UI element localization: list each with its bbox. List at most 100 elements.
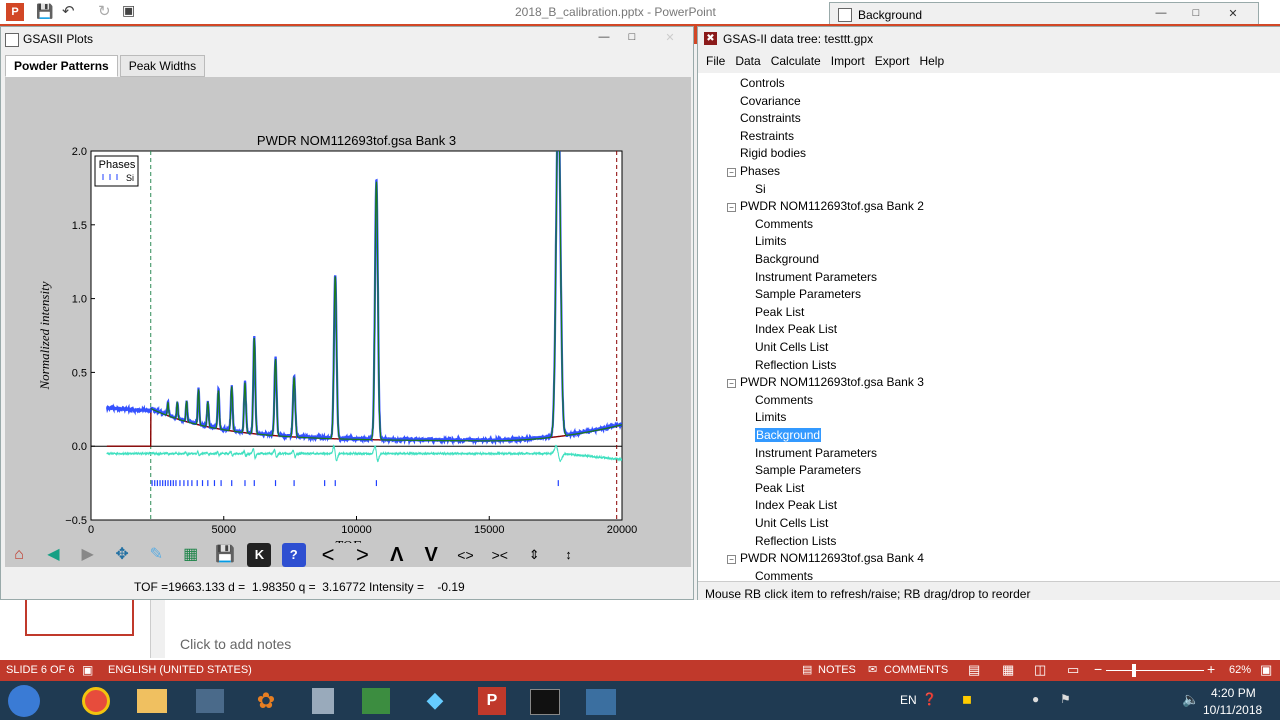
tree-item[interactable]: Peak List bbox=[755, 305, 804, 319]
chrome-icon[interactable] bbox=[82, 687, 110, 715]
back-icon[interactable]: ◀ bbox=[41, 543, 65, 567]
tree-item[interactable]: Background bbox=[755, 428, 822, 442]
undo-icon[interactable]: ↶ bbox=[62, 2, 75, 20]
zoom-out-icon[interactable]: − bbox=[1094, 661, 1102, 677]
menu-help[interactable]: Help bbox=[914, 51, 949, 71]
tree-item[interactable]: Si bbox=[755, 182, 766, 196]
proofing-icon[interactable]: ▣ bbox=[82, 663, 93, 677]
zoom-icon[interactable]: ✎ bbox=[144, 543, 168, 567]
home-icon[interactable]: ⌂ bbox=[7, 543, 31, 567]
tree-item[interactable]: Unit Cells List bbox=[755, 340, 828, 354]
zoom-in-icon[interactable]: + bbox=[1207, 661, 1215, 677]
slide-sorter-icon[interactable]: ▦ bbox=[1002, 662, 1014, 678]
configure-icon[interactable]: ▦ bbox=[179, 543, 203, 567]
tree-item[interactable]: Rigid bodies bbox=[740, 146, 806, 160]
tab-peak-widths[interactable]: Peak Widths bbox=[119, 55, 206, 77]
gsasii-plots-window[interactable]: GSASII Plots — □ ✕ Powder Patterns Peak W… bbox=[0, 26, 694, 600]
minimize-button[interactable]: — bbox=[1150, 7, 1172, 21]
tree-item[interactable]: Covariance bbox=[740, 94, 801, 108]
contract-y-icon[interactable]: ↕ bbox=[557, 543, 581, 567]
app-icon[interactable]: ◆ bbox=[420, 687, 450, 715]
menu-calculate[interactable]: Calculate bbox=[766, 51, 826, 71]
expand-toggle[interactable]: − bbox=[727, 203, 736, 213]
notes-placeholder[interactable]: Click to add notes bbox=[180, 636, 291, 652]
shift-up-icon[interactable]: Λ bbox=[385, 543, 409, 567]
tree-item[interactable]: Comments bbox=[755, 393, 813, 407]
tree-item[interactable]: Comments bbox=[755, 217, 813, 231]
data-tree[interactable]: Controls Covariance Constraints Restraints R… bbox=[698, 73, 1278, 581]
app-icon[interactable]: ✿ bbox=[252, 688, 280, 714]
expand-y-icon[interactable]: ⇕ bbox=[522, 543, 546, 567]
close-button[interactable]: ✕ bbox=[1222, 7, 1244, 21]
normal-view-icon[interactable]: ▤ bbox=[968, 662, 980, 678]
plot-canvas[interactable]: PWDR NOM112693tof.gsa Bank 3TOF, μsNorma… bbox=[5, 77, 691, 567]
ppt-notes-area[interactable]: Click to add notes bbox=[0, 600, 1280, 660]
tree-item[interactable]: Comments bbox=[755, 569, 813, 581]
tree-item[interactable]: Restraints bbox=[740, 129, 794, 143]
save-figure-icon[interactable]: 💾 bbox=[213, 543, 237, 567]
shift-left-icon[interactable]: < bbox=[316, 543, 340, 567]
tree-item[interactable]: Sample Parameters bbox=[755, 463, 861, 477]
shift-down-icon[interactable]: V bbox=[419, 543, 443, 567]
zoom-slider-thumb[interactable] bbox=[1132, 664, 1136, 677]
tree-item[interactable]: Phases bbox=[740, 164, 780, 178]
terminal-icon[interactable] bbox=[530, 689, 560, 715]
spreadsheet-icon[interactable] bbox=[362, 688, 390, 714]
network-tray-icon[interactable]: ● bbox=[1032, 692, 1039, 706]
tree-item[interactable]: Instrument Parameters bbox=[755, 270, 877, 284]
tree-item[interactable]: Peak List bbox=[755, 481, 804, 495]
tab-powder-patterns[interactable]: Powder Patterns bbox=[5, 55, 118, 77]
volume-icon[interactable]: 🔈 bbox=[1182, 691, 1199, 708]
comments-button[interactable]: COMMENTS bbox=[884, 664, 948, 676]
menu-export[interactable]: Export bbox=[870, 51, 915, 71]
expand-toggle[interactable]: − bbox=[727, 379, 736, 389]
tree-item[interactable]: PWDR NOM112693tof.gsa Bank 2 bbox=[740, 199, 924, 213]
redo-icon[interactable]: ↻ bbox=[98, 2, 111, 20]
pan-icon[interactable]: ✥ bbox=[110, 543, 134, 567]
shield-icon[interactable]: ◼ bbox=[962, 692, 972, 706]
tree-item[interactable]: Unit Cells List bbox=[755, 516, 828, 530]
tree-item[interactable]: Background bbox=[755, 252, 819, 266]
clock-date[interactable]: 10/11/2018 bbox=[1203, 703, 1262, 717]
zoom-slider[interactable] bbox=[1106, 670, 1204, 671]
store-icon[interactable] bbox=[196, 689, 224, 713]
tree-item[interactable]: Index Peak List bbox=[755, 322, 837, 336]
tree-item[interactable]: Limits bbox=[755, 234, 786, 248]
shift-right-icon[interactable]: > bbox=[350, 543, 374, 567]
tree-item[interactable]: PWDR NOM112693tof.gsa Bank 4 bbox=[740, 551, 924, 565]
file-explorer-icon[interactable] bbox=[137, 689, 167, 713]
tree-item[interactable]: Constraints bbox=[740, 111, 801, 125]
flag-icon[interactable]: ⚑ bbox=[1060, 692, 1071, 706]
minimize-button[interactable]: — bbox=[593, 31, 615, 45]
menu-data[interactable]: Data bbox=[730, 51, 765, 71]
menu-file[interactable]: File bbox=[701, 51, 730, 71]
tree-item[interactable]: Reflection Lists bbox=[755, 358, 836, 372]
start-button[interactable] bbox=[8, 685, 40, 717]
notes-button[interactable]: NOTES bbox=[818, 664, 856, 676]
python-icon[interactable] bbox=[586, 689, 616, 715]
expand-x-icon[interactable]: <> bbox=[453, 543, 477, 567]
maximize-button[interactable]: □ bbox=[1185, 7, 1207, 21]
expand-toggle[interactable]: − bbox=[727, 168, 736, 177]
clock-time[interactable]: 4:20 PM bbox=[1211, 686, 1256, 700]
calculator-icon[interactable] bbox=[312, 688, 334, 714]
maximize-button[interactable]: □ bbox=[621, 31, 643, 45]
slideshow-view-icon[interactable]: ▭ bbox=[1067, 662, 1079, 678]
tree-item[interactable]: Limits bbox=[755, 410, 786, 424]
help-icon[interactable]: ? bbox=[281, 543, 306, 567]
menu-import[interactable]: Import bbox=[826, 51, 870, 71]
help-tray-icon[interactable]: ❓ bbox=[922, 692, 937, 706]
data-tree-window[interactable]: ✖ GSAS-II data tree: testtt.gpx File Data… bbox=[697, 26, 1280, 608]
forward-icon[interactable]: ▶ bbox=[76, 543, 100, 567]
tree-item[interactable]: Instrument Parameters bbox=[755, 446, 877, 460]
contract-x-icon[interactable]: >< bbox=[488, 543, 512, 567]
slideshow-icon[interactable]: ▣ bbox=[122, 2, 135, 19]
save-icon[interactable]: 💾 bbox=[36, 3, 53, 20]
tree-item[interactable]: Reflection Lists bbox=[755, 534, 836, 548]
zoom-level[interactable]: 62% bbox=[1229, 664, 1251, 676]
slide-thumbnail[interactable] bbox=[25, 600, 134, 636]
fit-slide-icon[interactable]: ▣ bbox=[1260, 662, 1272, 678]
tree-item[interactable]: Sample Parameters bbox=[755, 287, 861, 301]
input-language[interactable]: EN bbox=[900, 693, 917, 707]
tree-item[interactable]: PWDR NOM112693tof.gsa Bank 3 bbox=[740, 375, 924, 389]
